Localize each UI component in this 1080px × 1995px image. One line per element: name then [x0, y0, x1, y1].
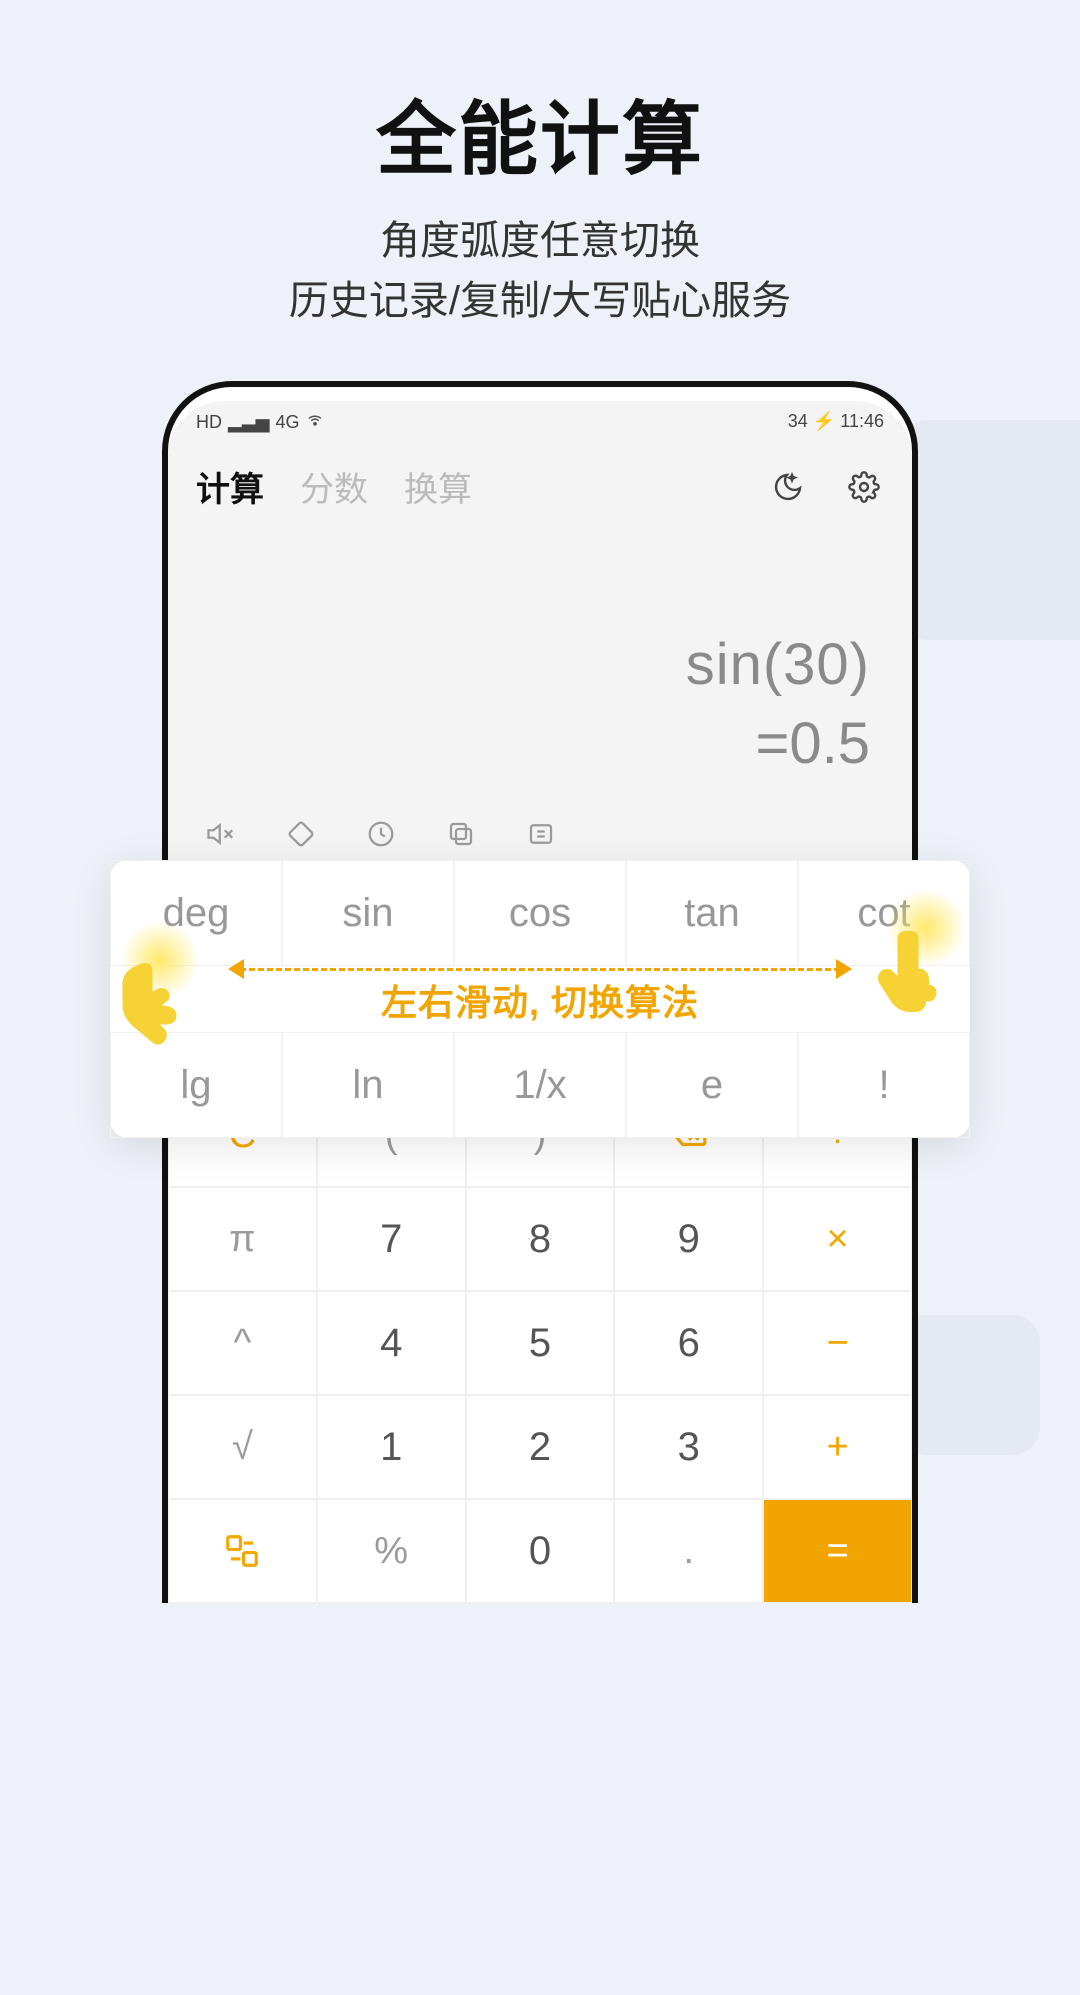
key-multiply[interactable]: × — [763, 1187, 912, 1291]
sound-off-icon[interactable] — [202, 815, 240, 853]
key-6[interactable]: 6 — [614, 1291, 763, 1395]
expression: sin(30) — [210, 631, 870, 698]
swipe-arrows — [240, 952, 840, 988]
key-tan[interactable]: tan — [626, 860, 798, 966]
night-mode-icon[interactable] — [768, 467, 808, 507]
key-3[interactable]: 3 — [614, 1395, 763, 1499]
charging-icon: ⚡ — [813, 411, 835, 431]
key-percent[interactable]: % — [317, 1499, 466, 1603]
bg-decor — [900, 1315, 1040, 1455]
key-cos[interactable]: cos — [454, 860, 626, 966]
history-icon[interactable] — [362, 815, 400, 853]
wifi-icon — [306, 411, 324, 434]
settings-icon[interactable] — [844, 467, 884, 507]
key-dot[interactable]: . — [614, 1499, 763, 1603]
key-5[interactable]: 5 — [466, 1291, 615, 1395]
key-sqrt[interactable]: √ — [168, 1395, 317, 1499]
rotate-icon[interactable] — [282, 815, 320, 853]
sci-overlay[interactable]: deg sin cos tan cot 左右滑动, 切换算法 lg ln 1/x… — [110, 860, 970, 1138]
key-4[interactable]: 4 — [317, 1291, 466, 1395]
tab-convert[interactable]: 换算 — [404, 462, 472, 511]
bg-decor — [900, 420, 1080, 640]
key-switch[interactable] — [168, 1499, 317, 1603]
key-power[interactable]: ^ — [168, 1291, 317, 1395]
key-equals[interactable]: = — [763, 1499, 912, 1603]
result: =0.5 — [210, 710, 870, 777]
key-ln[interactable]: ln — [282, 1032, 454, 1138]
clock: 11:46 — [840, 411, 884, 431]
key-factorial[interactable]: ! — [798, 1032, 970, 1138]
hd-badge: HD — [196, 412, 222, 433]
key-sin[interactable]: sin — [282, 860, 454, 966]
calc-display: sin(30) =0.5 — [168, 511, 912, 801]
key-pi[interactable]: π — [168, 1187, 317, 1291]
status-bar: HD ▂▃▅ 4G 34 ⚡ 11:46 — [168, 401, 912, 438]
hand-left-icon — [100, 932, 210, 1072]
key-plus[interactable]: + — [763, 1395, 912, 1499]
battery-level: 34 — [788, 411, 808, 431]
copy-icon[interactable] — [442, 815, 480, 853]
key-0[interactable]: 0 — [466, 1499, 615, 1603]
tab-calc[interactable]: 计算 — [196, 462, 264, 511]
key-e[interactable]: e — [626, 1032, 798, 1138]
network-label: 4G — [276, 412, 300, 433]
promo-title: 全能计算 — [0, 75, 1080, 191]
key-8[interactable]: 8 — [466, 1187, 615, 1291]
keypad: C ( ) ÷ π 7 8 9 × ^ 4 5 6 − — [168, 1083, 912, 1603]
signal-icon: ▂▃▅ — [228, 412, 270, 433]
key-2[interactable]: 2 — [466, 1395, 615, 1499]
top-tabs: 计算 分数 换算 — [168, 438, 912, 511]
key-1[interactable]: 1 — [317, 1395, 466, 1499]
tab-fraction[interactable]: 分数 — [300, 462, 368, 511]
key-minus[interactable]: − — [763, 1291, 912, 1395]
hand-right-icon — [866, 900, 976, 1040]
key-reciprocal[interactable]: 1/x — [454, 1032, 626, 1138]
to-capital-icon[interactable] — [522, 815, 560, 853]
promo-subtitle: 角度弧度任意切换 历史记录/复制/大写贴心服务 — [0, 211, 1080, 331]
key-9[interactable]: 9 — [614, 1187, 763, 1291]
key-7[interactable]: 7 — [317, 1187, 466, 1291]
